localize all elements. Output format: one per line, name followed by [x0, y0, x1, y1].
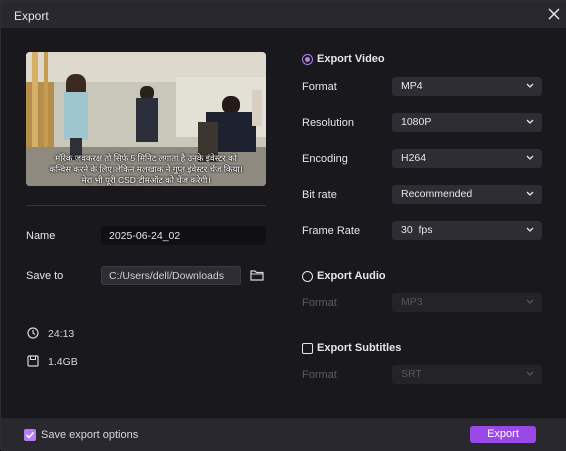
bitrate-select[interactable]: Recommended [392, 185, 542, 204]
frame-rate-label: Frame Rate [302, 225, 361, 237]
export-audio-radio[interactable] [302, 271, 313, 282]
chevron-down-icon [526, 83, 534, 88]
export-dialog: Export मॉरेक जवकरक्ष तो सिर्फ 5 मिनिट लग… [0, 0, 566, 451]
duration-value: 24:13 [48, 328, 75, 340]
export-button[interactable]: Export [470, 426, 536, 443]
resolution-label: Resolution [302, 117, 354, 129]
chevron-down-icon [526, 155, 534, 160]
chevron-down-icon [526, 227, 534, 232]
folder-icon[interactable] [250, 268, 264, 282]
subtitles-format-label: Format [302, 369, 337, 381]
subtitles-format-select[interactable]: SRT [392, 365, 542, 384]
audio-format-label: Format [302, 297, 337, 309]
save-options-checkbox[interactable] [24, 429, 36, 441]
encoding-value: H264 [401, 152, 427, 164]
chevron-down-icon [526, 119, 534, 124]
name-label: Name [26, 230, 56, 242]
encoding-label: Encoding [302, 153, 348, 165]
file-size-value: 1.4GB [48, 356, 78, 368]
format-label: Format [302, 81, 337, 93]
dialog-title: Export [14, 9, 49, 23]
storage-icon [27, 355, 39, 367]
subtitle-line-2: कन्विंस करने के लिए।लेकिन मलखाक ने गुप्त… [49, 164, 243, 174]
export-video-title: Export Video [317, 53, 385, 65]
bitrate-value: Recommended [401, 188, 473, 200]
export-subtitles-title: Export Subtitles [317, 342, 402, 354]
save-options-label: Save export options [41, 429, 139, 441]
format-select[interactable]: MP4 [392, 77, 542, 96]
format-value: MP4 [401, 80, 423, 92]
frame-rate-select[interactable]: 30 fps [392, 221, 542, 240]
export-video-radio[interactable] [302, 54, 313, 65]
resolution-value: 1080P [401, 116, 432, 128]
frame-rate-value: 30 fps [401, 224, 433, 236]
clock-icon [27, 327, 39, 339]
checkmark-icon [25, 431, 35, 439]
subtitles-format-value: SRT [401, 368, 422, 380]
name-input[interactable]: 2025-06-24_02 [101, 226, 266, 245]
subtitle-line-3: मेरा भी पूरी CSD टीमऑट को चेंज करेगी। [81, 175, 211, 185]
chevron-down-icon [526, 371, 534, 376]
save-path-input[interactable]: C:/Users/dell/Downloads [101, 266, 241, 285]
divider [26, 205, 266, 206]
export-subtitles-checkbox[interactable] [302, 343, 313, 354]
chevron-down-icon [526, 299, 534, 304]
bitrate-label: Bit rate [302, 189, 337, 201]
title-bar: Export [1, 1, 566, 28]
encoding-select[interactable]: H264 [392, 149, 542, 168]
save-to-label: Save to [26, 270, 64, 282]
resolution-select[interactable]: 1080P [392, 113, 542, 132]
video-preview: मॉरेक जवकरक्ष तो सिर्फ 5 मिनिट लगाता है … [26, 52, 266, 186]
subtitle-line-1: मॉरेक जवकरक्ष तो सिर्फ 5 मिनिट लगाता है … [55, 153, 237, 163]
audio-format-value: MP3 [401, 296, 423, 308]
close-icon[interactable] [546, 6, 562, 22]
export-audio-title: Export Audio [317, 270, 386, 282]
audio-format-select[interactable]: MP3 [392, 293, 542, 312]
chevron-down-icon [526, 191, 534, 196]
